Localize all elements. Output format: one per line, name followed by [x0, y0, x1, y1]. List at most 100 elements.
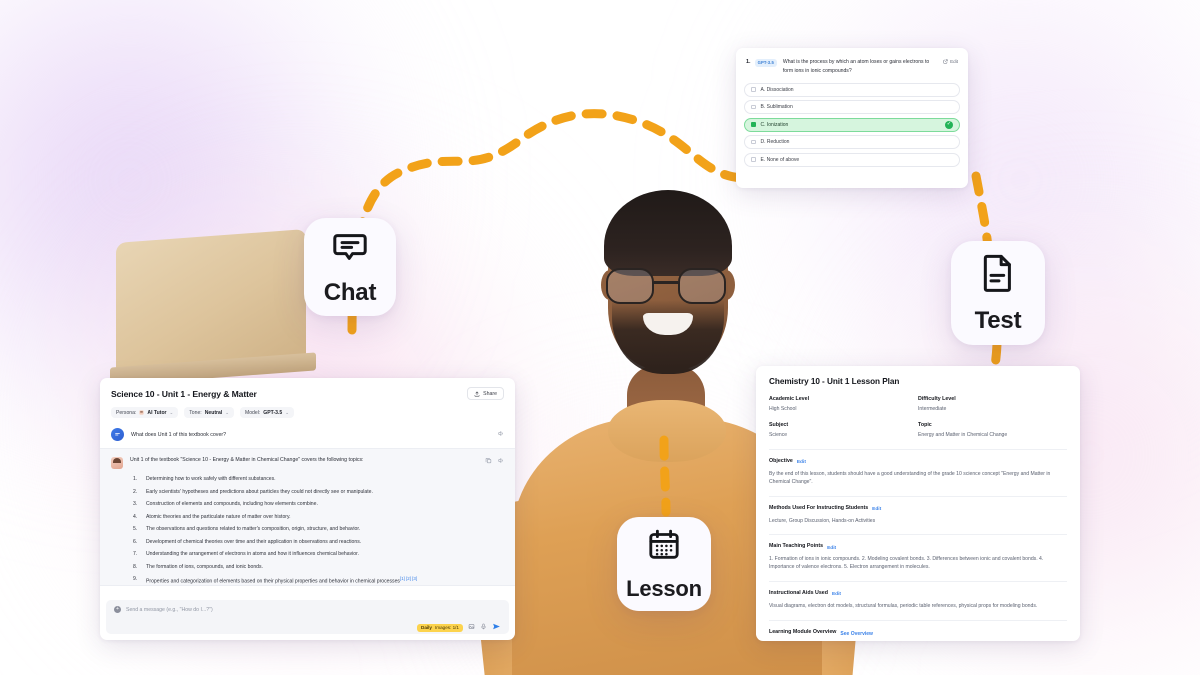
- divider: [769, 448, 1067, 450]
- meta-academic-level: Academic Level High School: [769, 396, 918, 413]
- quiz-edit-label: Edit: [950, 59, 958, 64]
- copy-icon[interactable]: [485, 457, 492, 466]
- quiz-option-checkbox[interactable]: [751, 87, 756, 92]
- quiz-panel: 1. GPT-3.5 What is the process by which …: [736, 48, 968, 188]
- list-item: Development of chemical theories over ti…: [133, 538, 362, 546]
- chevron-down-icon: ⌄: [285, 409, 289, 415]
- section-header: Main Teaching Points Edit: [769, 543, 1067, 553]
- lesson-plan-meta-row-1: Academic Level High School Difficulty Le…: [769, 396, 1067, 413]
- quiz-option-checkbox[interactable]: [751, 157, 756, 162]
- meta-difficulty-level: Difficulty Level Intermediate: [918, 396, 1067, 413]
- share-button[interactable]: Share: [467, 387, 504, 400]
- section-header: Objective Edit: [769, 458, 1067, 468]
- quiz-question-number: 1.: [746, 59, 751, 65]
- feature-card-test-label: Test: [974, 306, 1022, 334]
- section-key: Main Teaching Points: [769, 543, 824, 550]
- check-circle-icon: ✓: [945, 120, 953, 129]
- meta-value: High School: [769, 405, 797, 412]
- section-key: Methods Used For Instructing Students: [769, 504, 869, 511]
- lesson-plan-title: Chemistry 10 - Unit 1 Lesson Plan: [769, 377, 900, 386]
- meta-topic: Topic Energy and Matter in Chemical Chan…: [918, 422, 1067, 439]
- model-dropdown[interactable]: Model: GPT-3.5 ⌄: [239, 407, 294, 418]
- feature-card-test[interactable]: Test: [951, 241, 1045, 345]
- list-item-text: Properties and categorization of element…: [146, 578, 400, 585]
- quiz-question-text: What is the process by which an atom los…: [782, 59, 930, 74]
- chat-user-message: What does Unit 1 of this textbook cover?: [131, 431, 227, 438]
- quiz-option-checkbox[interactable]: [751, 122, 756, 127]
- lesson-plan-panel: Chemistry 10 - Unit 1 Lesson Plan Academ…: [756, 366, 1080, 641]
- send-icon[interactable]: [492, 622, 501, 633]
- chip-prefix: Tone:: [189, 409, 202, 416]
- section-header: Learning Module Overview See Overview: [769, 629, 1067, 639]
- meta-key: Academic Level: [769, 396, 810, 402]
- image-icon[interactable]: [468, 623, 475, 632]
- share-label: Share: [483, 390, 497, 397]
- list-item: Understanding the arrangement of electro…: [133, 551, 359, 558]
- chip-prefix: Persona:: [116, 409, 137, 416]
- document-icon: [979, 252, 1017, 299]
- quiz-option-c[interactable]: C. Ionization ✓: [744, 117, 960, 132]
- divider: [769, 581, 1067, 583]
- chat-user-message-row: What does Unit 1 of this textbook cover?: [100, 425, 515, 448]
- quiz-option-label: D. Reduction: [760, 139, 790, 145]
- section-key: Instructional Aids Used: [769, 590, 828, 597]
- chat-input-top: + Send a message (e.g., "How do I...?"): [114, 606, 501, 613]
- laptop-illustration: [110, 229, 316, 386]
- chip-value: GPT-3.5: [263, 409, 283, 416]
- speaker-icon[interactable]: [497, 430, 504, 439]
- speaker-icon[interactable]: [497, 457, 504, 466]
- section-objective: Objective Edit By the end of this lesson…: [769, 458, 1067, 487]
- plus-circle-icon[interactable]: +: [114, 606, 121, 613]
- meta-value: Science: [769, 431, 788, 438]
- meta-value: Energy and Matter in Chemical Change: [918, 431, 1008, 438]
- avatar: [111, 457, 123, 469]
- quiz-option-checkbox[interactable]: [751, 104, 756, 110]
- section-value: Visual diagrams, electron dot models, st…: [769, 603, 1038, 610]
- chat-input-bar[interactable]: + Send a message (e.g., "How do I...?") …: [106, 600, 509, 634]
- section-edit-button[interactable]: Edit: [827, 546, 836, 551]
- list-item: The formation of ions, compounds, and io…: [133, 563, 263, 571]
- section-key: Objective: [769, 457, 793, 464]
- list-item: Determining how to work safely with diff…: [133, 476, 276, 483]
- section-teaching-points: Main Teaching Points Edit 1. Formation o…: [769, 543, 1067, 572]
- curve-test-upper: [971, 171, 993, 253]
- quiz-option-e[interactable]: E. None of above: [744, 152, 960, 167]
- person-beard: [612, 300, 724, 374]
- edit-square-icon: [943, 59, 948, 64]
- glasses-right-lens: [678, 268, 726, 304]
- quiz-option-label: C. Ionization: [760, 121, 789, 128]
- list-item: The observations and questions related t…: [133, 526, 361, 533]
- chat-answer-header: Unit 1 of the textbook "Science 10 - Ene…: [111, 457, 504, 469]
- share-upload-icon: [474, 391, 480, 397]
- microphone-icon[interactable]: [480, 623, 487, 632]
- tone-dropdown[interactable]: Tone: Neutral ⌄: [184, 407, 234, 418]
- persona-avatar-icon: [139, 410, 144, 415]
- section-edit-button[interactable]: Edit: [872, 507, 881, 512]
- chat-settings-chips: Persona: AI Tutor ⌄ Tone: Neutral ⌄ Mode…: [100, 400, 515, 425]
- quiz-edit-button[interactable]: Edit: [943, 58, 958, 64]
- persona-dropdown[interactable]: Persona: AI Tutor ⌄: [111, 407, 179, 418]
- quiz-options-list: A. Dissociation B. Sublimation C. Ioniza…: [744, 82, 960, 167]
- quiz-option-checkbox[interactable]: [751, 139, 756, 145]
- feature-card-chat[interactable]: Chat: [304, 218, 396, 316]
- section-edit-button[interactable]: Edit: [832, 592, 841, 597]
- section-methods: Methods Used For Instructing Students Ed…: [769, 505, 1067, 526]
- quiz-option-d[interactable]: D. Reduction: [744, 135, 960, 149]
- feature-card-lesson[interactable]: Lesson: [617, 517, 711, 611]
- section-edit-button[interactable]: Edit: [797, 460, 806, 465]
- divider: [769, 495, 1067, 497]
- person-hair: [604, 190, 732, 276]
- quiz-option-b[interactable]: B. Sublimation: [744, 100, 960, 114]
- divider: [769, 534, 1067, 536]
- chat-header: Science 10 - Unit 1 - Energy & Matter Sh…: [100, 378, 515, 400]
- quiz-option-a[interactable]: A. Dissociation: [744, 82, 960, 97]
- chat-answer-actions: [485, 457, 504, 466]
- meta-key: Topic: [918, 422, 932, 429]
- chat-input-placeholder: Send a message (e.g., "How do I...?"): [126, 606, 213, 613]
- quota-badge-label: Daily: [421, 625, 432, 630]
- chevron-down-icon: ⌄: [169, 409, 174, 415]
- see-overview-link[interactable]: See Overview: [840, 631, 873, 637]
- divider: [769, 620, 1067, 622]
- feature-card-chat-label: Chat: [323, 278, 377, 306]
- citation-links[interactable]: [1] [2] [3]: [400, 576, 417, 581]
